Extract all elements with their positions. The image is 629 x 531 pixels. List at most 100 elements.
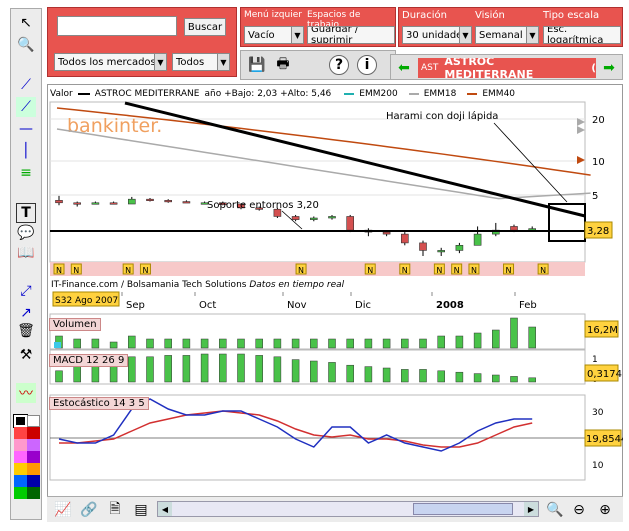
zoom-icon[interactable]: 🔍 — [16, 35, 36, 55]
candle-body[interactable] — [146, 198, 154, 201]
color-darkred[interactable] — [27, 427, 40, 439]
search-button[interactable]: Buscar — [184, 18, 226, 36]
color-red[interactable] — [14, 427, 27, 439]
duration-select[interactable]: 30 unidades ▼ — [402, 26, 472, 44]
candle-body[interactable] — [400, 233, 409, 244]
color-purple[interactable] — [27, 439, 40, 451]
news-marker-text: N — [506, 266, 512, 275]
volume-bar — [237, 338, 245, 349]
candle-body[interactable] — [510, 226, 518, 231]
line-tool-icon[interactable]: ⟋ — [16, 97, 36, 117]
workspace-select[interactable]: Guardar / suprimir — [307, 26, 395, 44]
color-magenta[interactable] — [14, 451, 27, 463]
macd-bar — [73, 364, 81, 383]
markets-select[interactable]: Todos los mercados ▼ — [54, 53, 167, 71]
color-orange[interactable] — [27, 463, 40, 475]
next-security-icon[interactable]: ➡ — [599, 58, 619, 78]
candle-body[interactable] — [182, 201, 191, 204]
color-black[interactable] — [13, 414, 28, 428]
scroll-thumb[interactable] — [413, 503, 513, 515]
candle-body[interactable] — [455, 245, 464, 251]
macd-bar — [473, 373, 482, 383]
save-icon[interactable]: 💾 — [247, 55, 267, 75]
news-marker-text: N — [73, 266, 79, 275]
view-value: Semanal — [479, 29, 523, 41]
candle-body[interactable] — [73, 202, 82, 205]
horizontal-line-icon[interactable]: — — [16, 119, 36, 139]
horizontal-scrollbar[interactable]: ◀ ▶ — [157, 501, 539, 517]
macd-bar — [455, 371, 464, 383]
candle-body[interactable] — [437, 250, 446, 253]
color-pink[interactable] — [14, 439, 27, 451]
candle-body[interactable] — [309, 217, 318, 220]
candle-body[interactable] — [328, 216, 336, 219]
workspace-value: Guardar / suprimir — [311, 26, 359, 44]
macd-bar — [310, 360, 318, 383]
volume-bar — [73, 338, 81, 349]
scroll-left-icon[interactable]: ◀ — [158, 502, 172, 516]
comment-icon[interactable]: 💬 — [16, 223, 36, 243]
color-blue[interactable] — [14, 475, 27, 487]
zoom-out-icon[interactable]: ⊖ — [569, 500, 589, 520]
color-yellow[interactable] — [14, 463, 27, 475]
chart-settings-icon[interactable]: 📈 — [53, 500, 73, 520]
help-icon[interactable]: ? — [329, 55, 349, 75]
candle-body[interactable] — [164, 200, 172, 203]
news-marker-text: N — [125, 266, 131, 275]
volume-bar — [455, 335, 464, 349]
candle-body[interactable] — [291, 216, 300, 220]
news-marker-text: N — [402, 266, 408, 275]
fibonacci-icon[interactable]: ⤢ — [16, 281, 36, 301]
color-darkgreen[interactable] — [27, 487, 40, 499]
candle-body[interactable] — [55, 200, 63, 204]
chart-svg[interactable]: bankinter. Harami con doji lápida Soport… — [47, 84, 623, 522]
info-icon[interactable]: i — [357, 55, 377, 75]
news-marker-text: N — [540, 266, 546, 275]
volume-bar — [219, 338, 227, 349]
print-icon[interactable]: 🖶 — [273, 55, 293, 75]
zoom-in-icon[interactable]: ⊕ — [595, 500, 615, 520]
book-icon[interactable]: 📖 — [16, 243, 36, 263]
color-navy[interactable] — [27, 475, 40, 487]
table-icon[interactable]: ▤ — [131, 500, 151, 520]
link-icon[interactable]: 🔗 — [79, 500, 99, 520]
volume-bar — [510, 317, 518, 349]
candle-body[interactable] — [528, 228, 537, 231]
candle-body[interactable] — [473, 233, 482, 246]
soporte-annotation: Soporte entornos 3,20 — [207, 200, 319, 211]
chevron-down-icon: ▼ — [291, 27, 303, 43]
scale-select[interactable]: Esc. logarítmica — [543, 26, 621, 44]
volume-bar — [382, 338, 391, 349]
candle-body[interactable] — [91, 202, 100, 205]
trendline-icon[interactable]: ⟋ — [16, 75, 36, 95]
export-icon[interactable]: 🗎 — [105, 500, 125, 520]
filter-select[interactable]: Todos ▼ — [172, 53, 230, 71]
text-tool-icon[interactable]: T — [16, 203, 36, 223]
trash-icon[interactable]: 🗑 — [16, 321, 36, 341]
candle-body[interactable] — [109, 202, 118, 205]
security-bar: ⬅ AST ASTROC MEDITERRANE ( ➡ — [390, 54, 623, 80]
arrow-tool-icon[interactable]: ↗ — [16, 303, 36, 323]
color-green[interactable] — [14, 487, 27, 499]
volume-bar — [346, 338, 354, 349]
tools-icon[interactable]: ⚒ — [16, 345, 36, 365]
pointer-icon[interactable]: ↖ — [16, 13, 36, 33]
color-white[interactable] — [27, 415, 40, 427]
zoom-fit-icon[interactable]: 🔍 — [545, 500, 565, 520]
macd-bar — [291, 359, 300, 383]
chart-type-icon[interactable]: 〰 — [16, 383, 36, 403]
candle-body[interactable] — [419, 242, 427, 251]
candle-body[interactable] — [346, 216, 355, 231]
prev-security-icon[interactable]: ⬅ — [394, 58, 414, 78]
left-menu-select[interactable]: Vacío ▼ — [244, 26, 304, 44]
view-select[interactable]: Semanal ▼ — [475, 26, 539, 44]
candle-body[interactable] — [382, 231, 391, 235]
scroll-right-icon[interactable]: ▶ — [524, 502, 538, 516]
volume-bar — [528, 326, 536, 349]
vertical-line-icon[interactable]: │ — [16, 141, 36, 161]
search-input[interactable] — [57, 16, 177, 36]
channel-icon[interactable]: ≡ — [16, 163, 36, 183]
candle-body[interactable] — [128, 198, 136, 205]
view-label: Visión — [475, 10, 505, 21]
color-violet[interactable] — [27, 451, 40, 463]
